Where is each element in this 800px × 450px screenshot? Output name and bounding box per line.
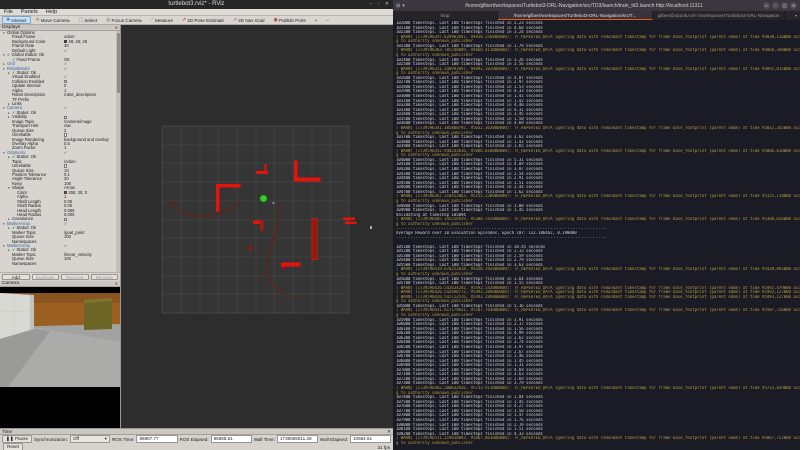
- fps-counter: 31 fps: [377, 444, 390, 450]
- desktop: turtlebot3.rviz* - RViz – ▫ ✕ File Panels…: [0, 0, 800, 450]
- minimize-icon[interactable]: −: [772, 2, 779, 9]
- pause-icon: ❚❚: [6, 436, 15, 441]
- close-icon[interactable]: ✕: [115, 281, 118, 287]
- search-icon[interactable]: ⌕: [763, 2, 770, 9]
- select-tool-button[interactable]: ⬚ Select: [75, 16, 102, 24]
- camera-image: [0, 287, 120, 428]
- menu-item-panels[interactable]: Panels: [21, 9, 38, 15]
- tab-list-chevron-down-icon[interactable]: ▾: [785, 11, 800, 20]
- rviz-titlebar[interactable]: turtlebot3.rviz* - RViz – ▫ ✕: [0, 0, 393, 9]
- rviz-window-title: turtlebot3.rviz* - RViz: [168, 1, 225, 7]
- time-field-2[interactable]: 1739565511.29: [276, 435, 319, 443]
- menu-item-file[interactable]: File: [4, 9, 13, 15]
- duplicate-button[interactable]: Duplicate: [31, 274, 59, 280]
- camera-panel: Camera ✕: [0, 281, 120, 428]
- status-ok-icon: ✓: [7, 52, 11, 58]
- pose-estimate-tool-button[interactable]: ➚ 2D Pose Estimate: [178, 16, 228, 24]
- nav-goal-tool-button[interactable]: ➚ 2D Nav Goal: [229, 16, 269, 24]
- remove-button[interactable]: Remove: [61, 274, 89, 280]
- terminal-titlebar[interactable]: ⊞ ▾ /home/gilbert/workspaces/Turtlebot3-…: [393, 0, 800, 11]
- measure-tool-button[interactable]: ⟋ Measure: [147, 16, 177, 24]
- tree-row-namespaces[interactable]: Namespaces: [0, 261, 120, 266]
- pose-estimate-tool-icon: ➚: [182, 16, 187, 23]
- rviz-window-buttons[interactable]: – ▫ ✕: [369, 0, 391, 9]
- reset-button[interactable]: Reset: [3, 443, 24, 450]
- sync-label: Synchronization:: [34, 436, 68, 442]
- focus-camera-tool-icon: ◎: [106, 16, 111, 23]
- terminal-title: /home/gilbert/workspaces/Turtlebot3-DRL-…: [465, 2, 703, 9]
- close-icon[interactable]: ✕: [790, 2, 797, 9]
- log-line: g to authority unknown_publisher: [396, 440, 474, 445]
- add-button[interactable]: Add: [2, 274, 30, 280]
- interact-tool-icon: ✥: [6, 16, 11, 23]
- time-panel-title: Time: [2, 429, 13, 434]
- measure-tool-icon: ⟋: [150, 16, 155, 23]
- time-field-label: ROS Time:: [111, 436, 135, 442]
- time-field-label: Wall Elapsed:: [320, 436, 348, 442]
- move-camera-tool-icon: ✛: [35, 16, 40, 23]
- terminal-tabbar: htop/home/gilbert/workspaces/Turtlebot3-…: [393, 11, 800, 20]
- time-field-0[interactable]: 95867.77: [136, 435, 178, 443]
- focus-camera-tool-button[interactable]: ◎ Focus Camera: [102, 16, 146, 24]
- add-tool-button[interactable]: +: [311, 16, 322, 24]
- camera-panel-title: Camera: [2, 280, 20, 286]
- terminal-window: ⊞ ▾ /home/gilbert/workspaces/Turtlebot3-…: [393, 0, 800, 450]
- time-field-label: Wall Time:: [253, 436, 275, 442]
- time-field-label: ROS Elapsed:: [179, 436, 209, 442]
- close-icon[interactable]: ✕: [387, 429, 391, 434]
- time-field-3[interactable]: 10564.61: [349, 435, 392, 443]
- viewport-scene: [121, 25, 393, 428]
- terminal-tab-1-active[interactable]: /home/gilbert/workspaces/Turtlebot3-DRL-…: [498, 11, 653, 20]
- menu-grid-icon[interactable]: ⊞: [396, 3, 400, 9]
- rviz-toolbar: ✥ Interact ✛ Move Camera ⬚ Select ◎ Focus Camer…: [0, 16, 393, 25]
- interact-tool-button[interactable]: ✥ Interact: [2, 16, 31, 24]
- camera-scene: [0, 287, 120, 398]
- publish-point-tool-button[interactable]: ◉ Publish Point: [270, 16, 310, 24]
- time-panel: Time ✕ ❚❚ Pause Synchronization: Off ▾ R…: [0, 428, 393, 450]
- terminal-output[interactable]: 102000 timesteps. Last 100 timesteps fin…: [393, 20, 800, 450]
- nav-goal-tool-icon: ➚: [232, 16, 238, 23]
- pause-button[interactable]: ❚❚ Pause: [2, 435, 33, 443]
- remove-tool-button[interactable]: −: [322, 16, 333, 24]
- publish-point-tool-icon: ◉: [273, 16, 278, 23]
- displays-tree[interactable]: ▾ Global Options Fixed Frame odom Backgrou…: [0, 31, 120, 272]
- maximize-icon[interactable]: ▢: [781, 2, 788, 9]
- chevron-down-icon: ▾: [104, 436, 107, 441]
- grid: [161, 125, 350, 314]
- menu-item-help[interactable]: Help: [46, 9, 57, 15]
- move-camera-tool-button[interactable]: ✛ Move Camera: [32, 16, 74, 24]
- rviz-window: turtlebot3.rviz* - RViz – ▫ ✕ File Panels…: [0, 0, 393, 450]
- rename-button[interactable]: Rename: [90, 274, 118, 280]
- sync-dropdown[interactable]: Off ▾: [69, 435, 110, 443]
- terminal-tab-0[interactable]: htop: [393, 11, 498, 20]
- displays-panel-title: Displays: [2, 24, 21, 30]
- select-tool-icon: ⬚: [78, 16, 84, 23]
- 3d-viewport[interactable]: [121, 25, 393, 428]
- robot-marker: [259, 194, 268, 203]
- rviz-menubar: File Panels Help: [0, 9, 393, 16]
- time-field-1[interactable]: 95868.61: [210, 435, 252, 443]
- close-icon[interactable]: ✕: [115, 25, 118, 31]
- goal-point-marker: [272, 202, 275, 204]
- terminal-tab-2[interactable]: gilbert@ubuntu-20-:/workspaces/Turtlebot…: [653, 11, 785, 20]
